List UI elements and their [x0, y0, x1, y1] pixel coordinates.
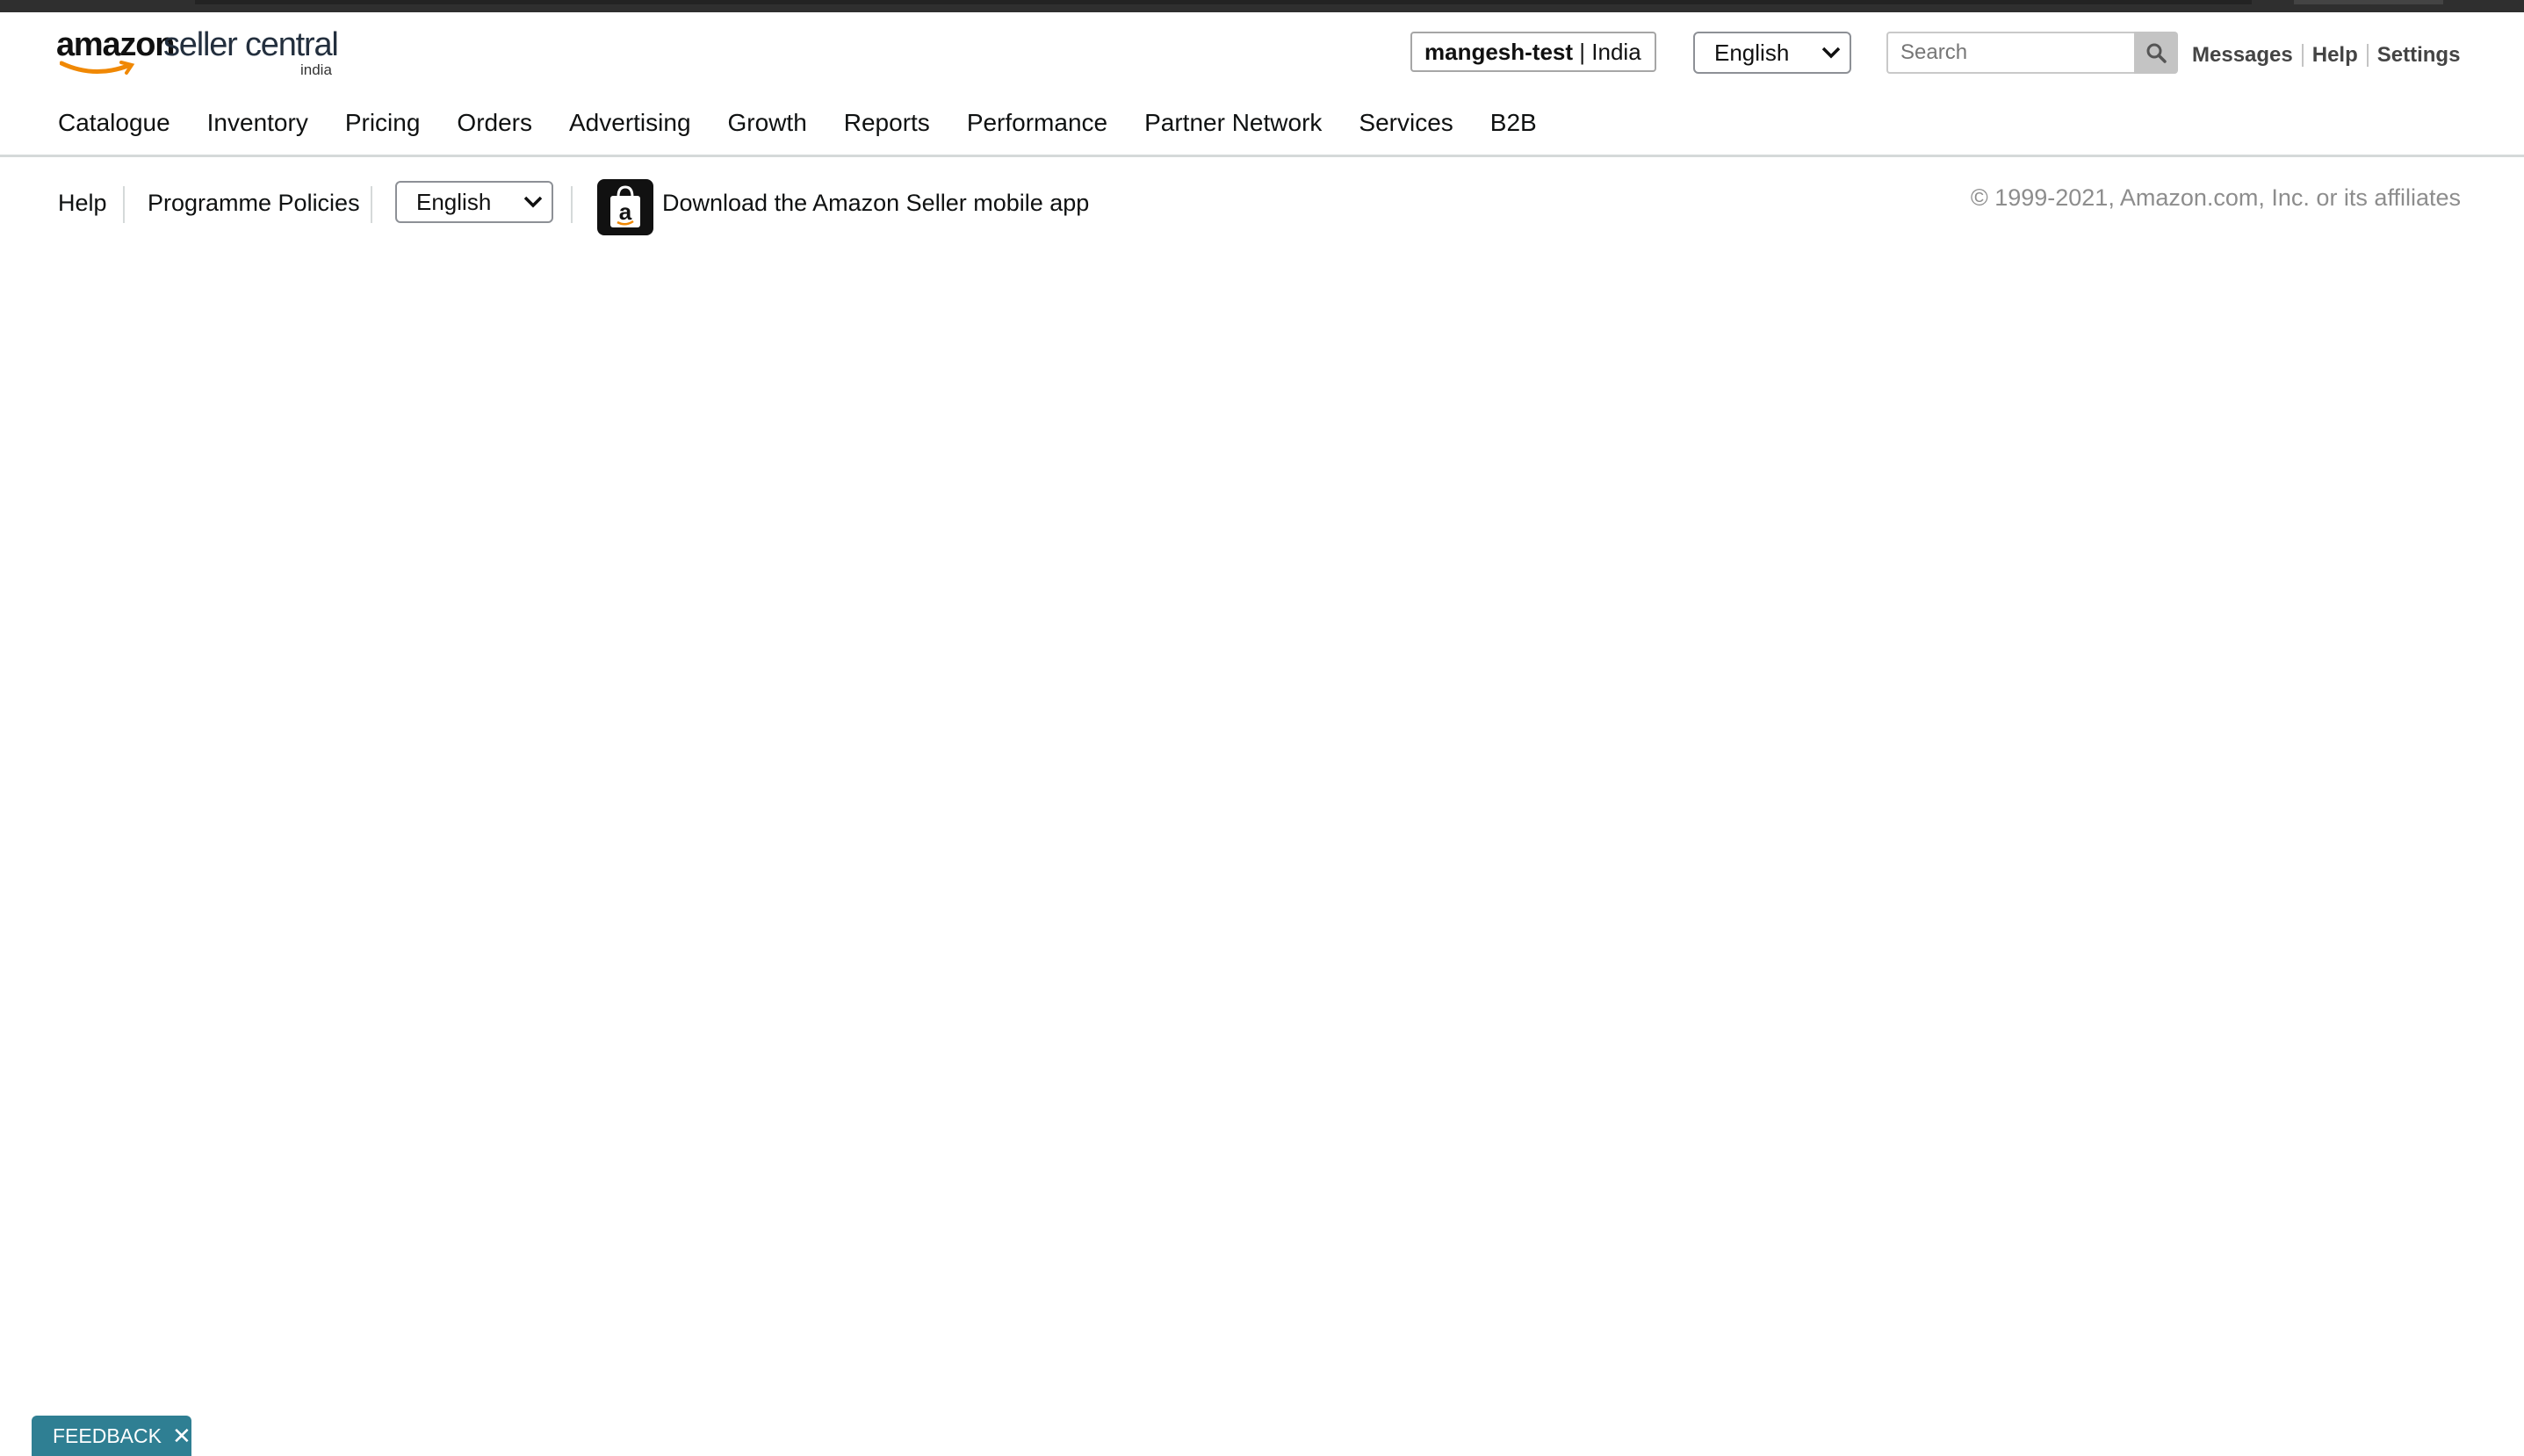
- nav-partner-network[interactable]: Partner Network: [1144, 109, 1322, 137]
- nav-b2b[interactable]: B2B: [1490, 109, 1537, 137]
- header-links: Messages Help Settings: [2192, 42, 2460, 68]
- footer-language-select-value: English: [416, 189, 492, 215]
- nav-performance[interactable]: Performance: [967, 109, 1107, 137]
- search-icon: [2146, 43, 2167, 63]
- settings-link[interactable]: Settings: [2377, 43, 2461, 68]
- account-separator: |: [1579, 39, 1586, 65]
- download-app-link[interactable]: Download the Amazon Seller mobile app: [662, 190, 1089, 217]
- chevron-down-icon: [523, 196, 543, 208]
- main-nav: Catalogue Inventory Pricing Orders Adver…: [58, 104, 1574, 142]
- nav-pricing[interactable]: Pricing: [345, 109, 421, 137]
- close-icon[interactable]: ✕: [172, 1423, 191, 1450]
- nav-services[interactable]: Services: [1359, 109, 1453, 137]
- language-select-value: English: [1714, 40, 1790, 66]
- footer-language-select[interactable]: English: [395, 181, 553, 223]
- seller-central-logo[interactable]: amazon seller central india: [56, 21, 346, 83]
- account-marketplace: India: [1591, 39, 1641, 65]
- logo-brand: amazon: [56, 26, 175, 63]
- logo-region: india: [300, 61, 332, 78]
- feedback-button[interactable]: FEEDBACK ✕: [32, 1416, 191, 1456]
- account-switcher[interactable]: mangesh-test | India: [1410, 32, 1656, 72]
- footer-bar: Help Programme Policies English a Downlo…: [0, 158, 2524, 255]
- browser-top-strip: [0, 0, 2524, 12]
- divider: [123, 186, 125, 223]
- shopping-bag-icon: a: [610, 185, 640, 227]
- copyright-text: © 1999-2021, Amazon.com, Inc. or its aff…: [1970, 184, 2461, 211]
- divider: [571, 186, 573, 223]
- feedback-label: FEEDBACK: [53, 1424, 162, 1447]
- browser-tab-end: [2294, 0, 2443, 4]
- search-button[interactable]: [2134, 32, 2178, 74]
- svg-text:a: a: [619, 198, 632, 225]
- nav-advertising[interactable]: Advertising: [569, 109, 691, 137]
- nav-inventory[interactable]: Inventory: [207, 109, 308, 137]
- logo-product: seller central: [163, 26, 339, 63]
- search-box: Search: [1886, 32, 2178, 74]
- programme-policies-link[interactable]: Programme Policies: [148, 190, 360, 217]
- help-link[interactable]: Help: [2312, 43, 2358, 68]
- nav-orders[interactable]: Orders: [457, 109, 532, 137]
- amazon-seller-app-icon[interactable]: a: [597, 179, 653, 235]
- divider: [2366, 44, 2369, 67]
- nav-catalogue[interactable]: Catalogue: [58, 109, 170, 137]
- chevron-down-icon: [1821, 47, 1841, 59]
- header: amazon seller central india mangesh-test…: [0, 12, 2524, 157]
- search-input[interactable]: Search: [1886, 32, 2134, 74]
- nav-reports[interactable]: Reports: [844, 109, 930, 137]
- divider: [2301, 44, 2304, 67]
- divider: [371, 186, 372, 223]
- messages-link[interactable]: Messages: [2192, 43, 2293, 68]
- amazon-smile-icon: [60, 61, 135, 75]
- language-select[interactable]: English: [1693, 32, 1851, 74]
- browser-tab-bar: [195, 0, 2252, 4]
- account-name: mangesh-test: [1424, 39, 1574, 65]
- nav-growth[interactable]: Growth: [728, 109, 807, 137]
- footer-help-link[interactable]: Help: [58, 190, 107, 217]
